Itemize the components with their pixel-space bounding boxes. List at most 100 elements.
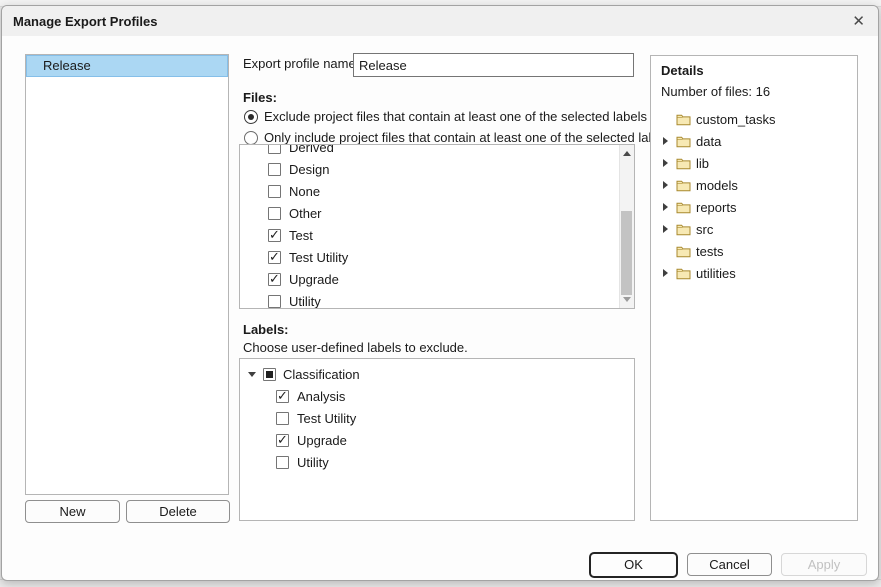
checkbox-icon[interactable]	[268, 207, 281, 220]
checkbox-icon[interactable]	[276, 412, 289, 425]
folder-name: reports	[696, 200, 736, 215]
file-label-row[interactable]: Derived	[268, 144, 634, 158]
manage-export-profiles-dialog: Manage Export Profiles ✕ Release New Del…	[1, 5, 879, 581]
expand-arrow-icon[interactable]	[663, 225, 668, 233]
file-label-row[interactable]: Upgrade	[268, 268, 634, 290]
checkbox-icon[interactable]	[268, 295, 281, 308]
checkbox-icon[interactable]	[276, 390, 289, 403]
delete-button[interactable]: Delete	[126, 500, 230, 523]
expand-arrow-cell	[660, 159, 671, 167]
profiles-list[interactable]: Release	[25, 54, 229, 495]
folder-icon	[676, 113, 691, 126]
scroll-down-icon[interactable]	[623, 297, 631, 302]
file-count-text: Number of files: 16	[661, 84, 857, 99]
close-icon[interactable]: ✕	[852, 12, 865, 30]
folder-tree-row[interactable]: data	[651, 130, 857, 152]
file-label-row[interactable]: Test Utility	[268, 246, 634, 268]
folder-tree-row[interactable]: custom_tasks	[651, 108, 857, 130]
expand-arrow-cell	[660, 203, 671, 211]
expand-arrow-icon[interactable]	[663, 269, 668, 277]
expand-arrow-cell	[660, 247, 671, 255]
details-title: Details	[661, 63, 857, 78]
file-label-row[interactable]: Other	[268, 202, 634, 224]
folder-icon	[676, 245, 691, 258]
checkbox-icon[interactable]	[268, 144, 281, 154]
radio-button-icon[interactable]	[244, 131, 258, 145]
label-tree-child-row[interactable]: Upgrade	[240, 429, 634, 451]
folder-tree-row[interactable]: src	[651, 218, 857, 240]
checkbox-icon[interactable]	[268, 185, 281, 198]
folder-icon	[676, 157, 691, 170]
file-label-text: Design	[289, 162, 329, 177]
cancel-button[interactable]: Cancel	[687, 553, 772, 576]
labels-hint-text: Choose user-defined labels to exclude.	[243, 340, 468, 355]
export-profile-name-label: Export profile name:	[243, 56, 359, 71]
checkbox-icon[interactable]	[268, 273, 281, 286]
labels-tree-root-row[interactable]: Classification	[240, 363, 634, 385]
profile-list-item[interactable]: Release	[26, 55, 228, 77]
ok-button[interactable]: OK	[589, 552, 678, 578]
folder-tree-row[interactable]: reports	[651, 196, 857, 218]
folder-name: src	[696, 222, 713, 237]
expand-arrow-icon[interactable]	[663, 137, 668, 145]
file-label-row[interactable]: None	[268, 180, 634, 202]
folder-icon	[676, 179, 691, 192]
file-label-text: Test Utility	[289, 250, 348, 265]
folder-icon	[676, 201, 691, 214]
file-label-text: Utility	[289, 294, 321, 309]
new-button[interactable]: New	[25, 500, 120, 523]
file-label-text: None	[289, 184, 320, 199]
expand-arrow-cell	[660, 269, 671, 277]
expand-arrow-icon[interactable]	[663, 181, 668, 189]
vertical-scrollbar[interactable]	[619, 145, 634, 308]
files-section-label: Files:	[243, 90, 277, 105]
labels-section-label: Labels:	[243, 322, 289, 337]
file-label-text: Derived	[289, 144, 334, 155]
label-tree-child-text: Test Utility	[297, 411, 356, 426]
file-label-row[interactable]: Test	[268, 224, 634, 246]
folder-icon	[676, 223, 691, 236]
labels-tree-children: Analysis Test Utility Upgrade Utility	[240, 385, 634, 473]
dialog-title: Manage Export Profiles	[13, 14, 157, 29]
label-tree-child-text: Upgrade	[297, 433, 347, 448]
radio-option-row[interactable]: Exclude project files that contain at le…	[244, 106, 672, 127]
export-profile-name-input[interactable]	[353, 53, 634, 77]
scrollbar-thumb[interactable]	[621, 211, 632, 295]
file-label-row[interactable]: Utility	[268, 290, 634, 309]
checkbox-icon[interactable]	[268, 163, 281, 176]
labels-tree-root-label: Classification	[283, 367, 360, 382]
file-label-text: Test	[289, 228, 313, 243]
folder-name: data	[696, 134, 721, 149]
checkbox-icon[interactable]	[276, 456, 289, 469]
file-count-value: 16	[756, 84, 770, 99]
labels-tree[interactable]: Classification Analysis Test Utility Upgra…	[239, 358, 635, 521]
folder-name: tests	[696, 244, 723, 259]
scroll-up-icon[interactable]	[623, 151, 631, 156]
expand-arrow-icon[interactable]	[663, 203, 668, 211]
expand-arrow-cell	[660, 225, 671, 233]
label-tree-child-row[interactable]: Test Utility	[240, 407, 634, 429]
checkbox-icon[interactable]	[268, 229, 281, 242]
collapse-arrow-icon[interactable]	[248, 372, 256, 377]
folder-tree-row[interactable]: models	[651, 174, 857, 196]
file-label-row[interactable]: Design	[268, 158, 634, 180]
folder-name: lib	[696, 156, 709, 171]
file-labels-listbox[interactable]: Derived Design None Other Test Test Utility Up…	[239, 144, 635, 309]
radio-button-icon[interactable]	[244, 110, 258, 124]
file-count-label: Number of files:	[661, 84, 752, 99]
classification-checkbox[interactable]	[263, 368, 276, 381]
folder-tree-row[interactable]: tests	[651, 240, 857, 262]
file-label-text: Upgrade	[289, 272, 339, 287]
expand-arrow-icon[interactable]	[663, 159, 668, 167]
label-tree-child-row[interactable]: Analysis	[240, 385, 634, 407]
folder-name: utilities	[696, 266, 736, 281]
files-filter-radio-group: Exclude project files that contain at le…	[244, 106, 672, 148]
checkbox-icon[interactable]	[276, 434, 289, 447]
folder-tree-row[interactable]: lib	[651, 152, 857, 174]
folder-tree-row[interactable]: utilities	[651, 262, 857, 284]
label-tree-child-text: Analysis	[297, 389, 345, 404]
folder-name: models	[696, 178, 738, 193]
label-tree-child-row[interactable]: Utility	[240, 451, 634, 473]
expand-arrow-cell	[660, 137, 671, 145]
checkbox-icon[interactable]	[268, 251, 281, 264]
